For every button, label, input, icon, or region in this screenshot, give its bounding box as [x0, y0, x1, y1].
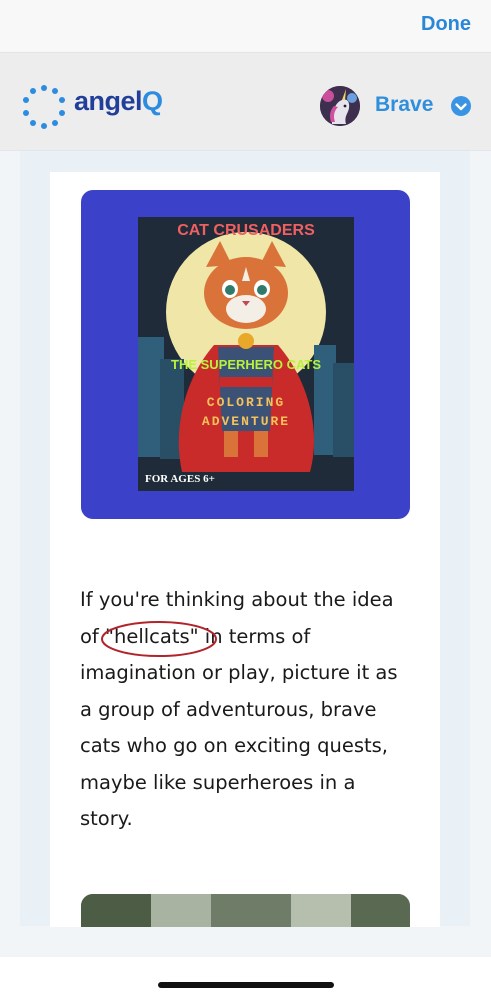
avatar[interactable]	[320, 86, 360, 126]
paragraph-line-2: of "hellcats" in terms of	[80, 619, 430, 657]
highlighted-term-text: "hellcats"	[105, 624, 199, 648]
paragraph-line-2-start: of	[80, 624, 105, 648]
username[interactable]: Brave	[375, 93, 433, 117]
home-indicator[interactable]	[158, 982, 334, 988]
logo-suffix: Q	[142, 86, 163, 116]
angelq-logo-icon	[23, 85, 65, 129]
cover-age-label: FOR AGES 6+	[145, 473, 215, 485]
paragraph-line-4: a group of adventurous, brave	[80, 697, 377, 721]
top-navigation-bar: Done	[0, 0, 491, 53]
next-image-thumbnail[interactable]	[81, 894, 410, 927]
paragraph-line-6: maybe like superheroes in a	[80, 770, 356, 794]
cover-subtitle: THE SUPERHERO CATS	[171, 357, 321, 372]
angelq-logo[interactable]: angelQ	[74, 86, 163, 117]
cover-line-1: COLORING	[206, 395, 286, 410]
cover-line-2: ADVENTURE	[201, 414, 291, 429]
response-paragraph: If you're thinking about the idea of "he…	[80, 582, 430, 838]
unicorn-avatar-icon	[320, 86, 360, 126]
paragraph-line-3: imagination or play, picture it as	[80, 661, 398, 684]
paragraph-line-1: If you're thinking about the idea	[80, 588, 394, 611]
forest-image	[81, 894, 410, 927]
logo-prefix: angel	[74, 86, 143, 116]
verified-badge-icon	[451, 96, 471, 116]
paragraph-line-7: story.	[80, 807, 133, 830]
book-cover-image: CAT CRUSADERS THE SUPERHERO CATS COLORIN…	[138, 217, 354, 491]
highlighted-term: "hellcats"	[101, 619, 217, 657]
content-card: CAT CRUSADERS THE SUPERHERO CATS COLORIN…	[50, 172, 440, 927]
done-button[interactable]: Done	[421, 13, 471, 36]
cover-title: CAT CRUSADERS	[177, 222, 315, 239]
book-image-frame[interactable]: CAT CRUSADERS THE SUPERHERO CATS COLORIN…	[81, 190, 410, 519]
bottom-safe-area	[0, 957, 491, 1000]
paragraph-line-2-end: in terms of	[198, 624, 311, 648]
paragraph-line-5: cats who go on exciting quests,	[80, 734, 388, 757]
superhero-cat-illustration	[138, 217, 354, 491]
